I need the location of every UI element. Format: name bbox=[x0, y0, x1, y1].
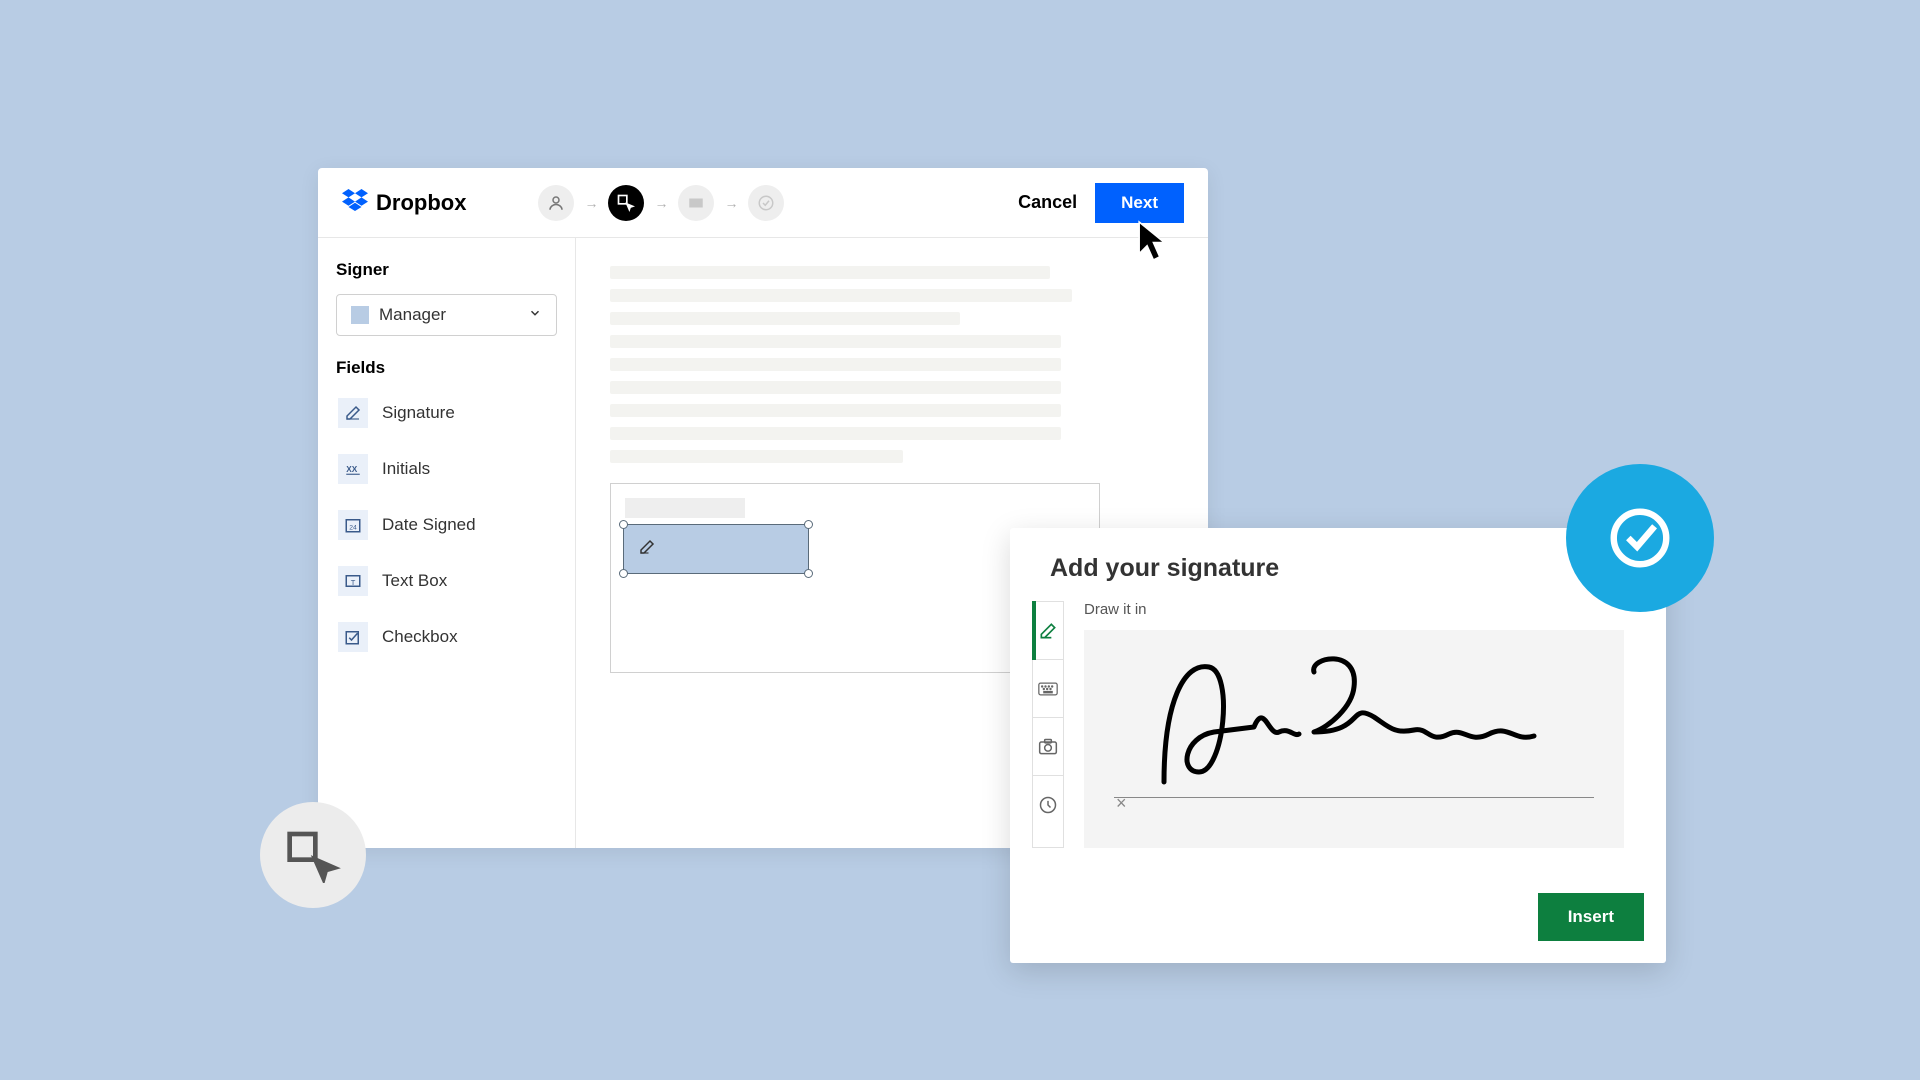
signer-heading: Signer bbox=[336, 260, 557, 280]
signature-canvas[interactable]: × bbox=[1084, 630, 1624, 848]
checkbox-icon bbox=[338, 622, 368, 652]
next-button[interactable]: Next bbox=[1095, 183, 1184, 223]
arrow-icon: → bbox=[654, 195, 668, 211]
tab-type[interactable] bbox=[1033, 660, 1063, 718]
step-3-document[interactable] bbox=[678, 185, 714, 221]
pencil-icon bbox=[338, 398, 368, 428]
step-2-place-fields[interactable] bbox=[608, 185, 644, 221]
doc-placeholder-line bbox=[610, 358, 1061, 371]
dialog-body: Draw it in × bbox=[1010, 601, 1666, 848]
field-label: Signature bbox=[382, 403, 455, 423]
signer-dropdown[interactable]: Manager bbox=[336, 294, 557, 336]
signer-color-swatch bbox=[351, 306, 369, 324]
svg-text:24: 24 bbox=[349, 525, 357, 532]
doc-placeholder-line bbox=[610, 266, 1050, 279]
draw-label: Draw it in bbox=[1084, 601, 1624, 618]
initials-icon: XX bbox=[338, 454, 368, 484]
signer-selected-label: Manager bbox=[379, 305, 446, 325]
tab-saved[interactable] bbox=[1033, 776, 1063, 834]
brand-name: Dropbox bbox=[376, 190, 466, 216]
brand-logo[interactable]: Dropbox bbox=[342, 189, 466, 216]
doc-placeholder-line bbox=[625, 498, 745, 518]
signature-baseline bbox=[1114, 797, 1594, 798]
header-actions: Cancel Next bbox=[1018, 183, 1184, 223]
resize-handle[interactable] bbox=[804, 520, 813, 529]
placed-signature-field[interactable] bbox=[623, 524, 809, 574]
field-initials[interactable]: XX Initials bbox=[336, 448, 557, 490]
arrow-icon: → bbox=[584, 195, 598, 211]
field-label: Initials bbox=[382, 459, 430, 479]
resize-handle[interactable] bbox=[619, 520, 628, 529]
header: Dropbox → → → Cancel Next bbox=[318, 168, 1208, 238]
tab-draw[interactable] bbox=[1033, 602, 1063, 660]
draw-area: Draw it in × bbox=[1064, 601, 1644, 848]
clear-signature-button[interactable]: × bbox=[1116, 793, 1127, 814]
step-1-people[interactable] bbox=[538, 185, 574, 221]
doc-placeholder-line bbox=[610, 450, 903, 463]
step-4-review[interactable] bbox=[748, 185, 784, 221]
svg-text:T: T bbox=[351, 578, 356, 587]
doc-placeholder-line bbox=[610, 404, 1061, 417]
doc-placeholder-line bbox=[610, 312, 960, 325]
drawn-signature bbox=[1114, 642, 1594, 792]
sidebar: Signer Manager Fields Signature bbox=[318, 238, 576, 848]
place-fields-badge bbox=[260, 802, 366, 908]
chevron-down-icon bbox=[528, 306, 542, 325]
resize-handle[interactable] bbox=[804, 569, 813, 578]
doc-placeholder-line bbox=[610, 381, 1061, 394]
doc-placeholder-line bbox=[610, 427, 1061, 440]
doc-placeholder-line bbox=[610, 289, 1072, 302]
pencil-icon bbox=[638, 538, 656, 561]
svg-text:XX: XX bbox=[346, 465, 358, 474]
insert-button[interactable]: Insert bbox=[1538, 893, 1644, 941]
field-list: Signature XX Initials 24 Date Signed bbox=[336, 392, 557, 658]
success-badge bbox=[1566, 464, 1714, 612]
progress-stepper: → → → bbox=[538, 185, 784, 221]
field-label: Checkbox bbox=[382, 627, 458, 647]
calendar-icon: 24 bbox=[338, 510, 368, 540]
signature-dialog: Add your signature Draw it in × bbox=[1010, 528, 1666, 963]
arrow-icon: → bbox=[724, 195, 738, 211]
cancel-button[interactable]: Cancel bbox=[1018, 192, 1077, 213]
signature-method-tabs bbox=[1032, 601, 1064, 848]
field-label: Text Box bbox=[382, 571, 447, 591]
doc-placeholder-line bbox=[610, 335, 1061, 348]
cursor-icon bbox=[1136, 218, 1174, 269]
resize-handle[interactable] bbox=[619, 569, 628, 578]
field-checkbox[interactable]: Checkbox bbox=[336, 616, 557, 658]
textbox-icon: T bbox=[338, 566, 368, 596]
field-text-box[interactable]: T Text Box bbox=[336, 560, 557, 602]
field-date-signed[interactable]: 24 Date Signed bbox=[336, 504, 557, 546]
fields-heading: Fields bbox=[336, 358, 557, 378]
field-signature[interactable]: Signature bbox=[336, 392, 557, 434]
field-label: Date Signed bbox=[382, 515, 476, 535]
dropbox-icon bbox=[342, 189, 368, 216]
tab-upload[interactable] bbox=[1033, 718, 1063, 776]
